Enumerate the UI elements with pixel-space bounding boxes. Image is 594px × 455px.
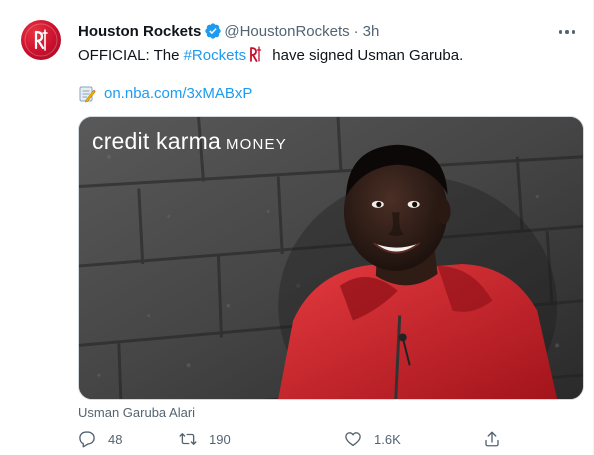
tweet-timestamp[interactable]: 3h xyxy=(363,23,380,40)
tweet-text-after: have signed Usman Garuba. xyxy=(268,47,464,64)
hashtag-link[interactable]: #Rockets xyxy=(184,47,247,64)
media-image[interactable]: credit karma MONEY xyxy=(78,116,584,400)
share-button[interactable] xyxy=(483,430,501,448)
media-brand-name: credit karma xyxy=(92,128,221,154)
verified-badge-icon xyxy=(205,23,222,39)
like-button[interactable]: 1.6K xyxy=(344,430,401,448)
tweet[interactable]: Houston Rockets @HoustonRockets · 3h OFF… xyxy=(0,0,594,455)
like-icon xyxy=(345,432,361,447)
media-caption: Usman Garuba Alari xyxy=(78,405,196,420)
retweet-icon xyxy=(179,433,197,445)
more-icon[interactable] xyxy=(555,22,579,42)
tweet-text-before: OFFICIAL: The xyxy=(78,47,184,64)
rockets-mini-icon xyxy=(250,46,262,62)
author-name[interactable]: Houston Rockets xyxy=(78,23,201,40)
reply-button[interactable]: 48 xyxy=(78,430,122,448)
reply-count: 48 xyxy=(108,431,123,447)
tweet-actions: 48 190 1.6K xyxy=(78,430,508,454)
avatar[interactable] xyxy=(21,20,61,60)
separator-dot: · xyxy=(353,22,359,40)
tweet-header: Houston Rockets @HoustonRockets · 3h xyxy=(78,22,379,40)
retweet-button[interactable]: 190 xyxy=(179,430,231,448)
author-handle[interactable]: @HoustonRockets xyxy=(224,23,349,40)
tweet-text: OFFICIAL: The #Rockets have signed Usman… xyxy=(78,46,463,66)
rockets-logo-icon xyxy=(24,23,58,57)
link-line: on.nba.com/3xMABxP xyxy=(78,84,252,104)
like-count: 1.6K xyxy=(374,431,401,447)
share-icon xyxy=(485,431,499,447)
memo-icon xyxy=(79,86,96,103)
reply-icon xyxy=(79,431,95,448)
player-photo xyxy=(79,117,583,399)
external-link[interactable]: on.nba.com/3xMABxP xyxy=(104,84,252,104)
media-brand-overlay: credit karma MONEY xyxy=(92,128,287,155)
retweet-count: 190 xyxy=(209,431,231,447)
media-brand-suffix: MONEY xyxy=(225,136,287,153)
